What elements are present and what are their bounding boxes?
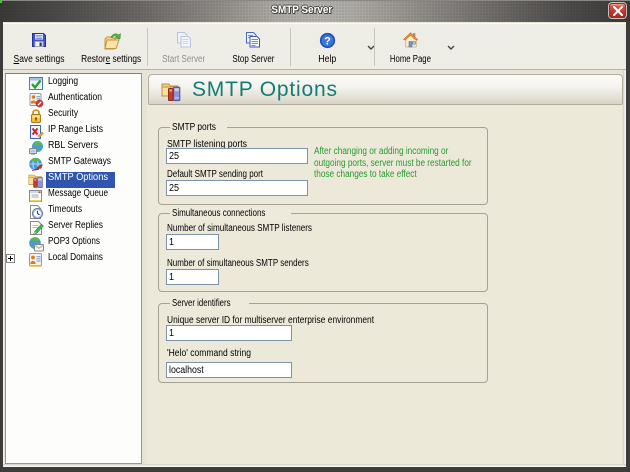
svg-text:?: ? (324, 35, 331, 47)
